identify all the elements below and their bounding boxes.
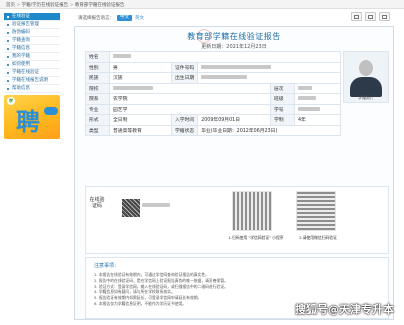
value-name xyxy=(109,51,341,63)
label-type: 类型 xyxy=(85,124,110,136)
verify-code-value xyxy=(142,203,170,209)
value-birthdate xyxy=(197,72,341,84)
value-id-number xyxy=(197,61,341,73)
sidebar-item-how-to[interactable]: 如何使用 xyxy=(4,61,60,69)
label-birthdate: 出生日期 xyxy=(170,72,199,84)
breadcrumb-home[interactable]: 首页 xyxy=(6,3,15,8)
label-enroll-date: 入学时间 xyxy=(170,114,199,126)
value-enroll-date: 2009年09月01日 xyxy=(197,114,271,126)
redacted-value xyxy=(297,85,312,90)
sidebar-item-online-verify[interactable]: 在线验证 xyxy=(4,13,60,21)
toolbar xyxy=(351,12,390,21)
label-form: 形式 xyxy=(85,114,110,126)
table-row: 院校 层次 xyxy=(85,82,342,94)
label-gender: 性别 xyxy=(85,61,110,73)
value-duration: 4年 xyxy=(293,114,342,126)
value-status: 毕业(毕业日期：2012年06月23日) xyxy=(197,124,341,136)
redacted-value xyxy=(113,85,153,90)
redacted-value xyxy=(297,96,316,100)
sidebar-item-info[interactable]: 学籍信息 xyxy=(4,45,60,53)
breadcrumb-level2: 教育部学籍在线验证报告 xyxy=(74,3,125,8)
notes-title: 注意事项： xyxy=(94,263,120,269)
chinese-button[interactable]: 中文 xyxy=(117,15,132,21)
table-row: 民族 汉族 出生日期 xyxy=(85,72,341,84)
main-content: 请选择报告语言： 中文 英文 教育部学籍在线验证报告 更新日期：2021年12月… xyxy=(64,10,400,322)
label-department: 院系 xyxy=(85,93,110,105)
table-row: 专业 园艺学 学号 xyxy=(85,103,342,115)
label-status: 学籍状态 xyxy=(170,124,199,136)
table-row: 类型 普通高等教育 学籍状态 毕业(毕业日期：2012年06月23日) xyxy=(85,124,341,136)
language-label: 请选择报告语言： xyxy=(78,16,114,21)
value-form: 全日制 xyxy=(109,114,172,126)
sidebar-item-report-manage[interactable]: 验证报告管理 xyxy=(4,21,60,29)
english-button[interactable]: 英文 xyxy=(135,15,144,21)
sidebar-item-report-help[interactable]: 学籍在线报告说明 xyxy=(4,77,60,85)
label-duration: 学制 xyxy=(269,114,295,126)
verification-report: 教育部学籍在线验证报告 更新日期：2021年12月23日 姓名 性别 男 证件号… xyxy=(74,26,394,320)
sidebar-item-query[interactable]: 学籍查询 xyxy=(4,37,60,45)
report-date: 更新日期：2021年12月23日 xyxy=(201,44,267,50)
value-ethnicity: 汉族 xyxy=(109,72,172,84)
student-photo: 学籍照片 xyxy=(343,51,389,103)
label-student-id: 学号 xyxy=(269,103,295,115)
label-major: 专业 xyxy=(85,103,110,115)
breadcrumb-level1[interactable]: 学籍/学历在线验证报告 xyxy=(22,3,69,8)
promo-banner[interactable]: 学 聘 xyxy=(4,95,60,139)
report-title: 教育部学籍在线验证报告 xyxy=(187,32,281,41)
value-department: 农学院 xyxy=(109,93,271,105)
student-info-table: 姓名 性别 男 证件号码 民族 汉族 出生日期 院校 层次 院系 农学院 班级 … xyxy=(85,51,342,136)
table-row: 性别 男 证件号码 xyxy=(85,61,341,73)
redacted-value xyxy=(142,203,170,207)
sidebar-item-online[interactable]: 学籍在线验证 xyxy=(4,69,60,77)
label-id-number: 证件号码 xyxy=(170,61,199,73)
table-row: 姓名 xyxy=(85,51,341,63)
verify-code-image xyxy=(122,199,140,217)
value-gender: 男 xyxy=(109,61,172,73)
breadcrumb: 首页 > 学籍/学历在线验证报告 > 教育部学籍在线验证报告 xyxy=(6,3,125,8)
label-ethnicity: 民族 xyxy=(85,72,110,84)
sidebar-item-anti-fake[interactable]: 防伪编码 xyxy=(4,29,60,37)
banner-title: 聘 xyxy=(16,107,40,136)
sidebar-item-help[interactable]: 帮助信息 xyxy=(4,85,60,93)
banner-badge xyxy=(44,107,58,115)
sidebar-item-my-record[interactable]: 我的学籍 xyxy=(4,53,60,61)
photo-caption: 学籍照片 xyxy=(358,95,374,100)
label-school: 院校 xyxy=(85,82,110,94)
language-selector: 请选择报告语言： 中文 英文 xyxy=(78,14,144,22)
redacted-value xyxy=(201,64,272,69)
label-level: 层次 xyxy=(269,82,295,94)
banner-logo-icon: 学 xyxy=(7,97,15,105)
download-icon[interactable] xyxy=(365,12,376,21)
table-row: 形式 全日制 入学时间 2009年09月01日 学制 4年 xyxy=(85,114,342,126)
value-class xyxy=(293,93,342,105)
watermark: 搜狐号@天津专升本 xyxy=(295,303,394,316)
sidebar: 在线验证 验证报告管理 防伪编码 学籍查询 学籍信息 我的学籍 如何使用 学籍在… xyxy=(4,13,60,319)
redacted-value xyxy=(113,54,131,58)
wechat-qr-code[interactable] xyxy=(296,191,336,231)
top-bar: 首页 > 学籍/学历在线验证报告 > 教育部学籍在线验证报告 xyxy=(0,0,404,9)
photo-head xyxy=(359,60,373,76)
value-school xyxy=(109,82,271,94)
photo-body xyxy=(350,77,382,97)
value-level xyxy=(293,82,342,94)
online-verification-section: 在线验证码 1.扫码使用 "学信网验证" 小程序 2.请使用微信扫码验证 xyxy=(85,186,389,254)
value-student-id xyxy=(293,103,342,115)
value-major: 园艺学 xyxy=(109,103,271,115)
value-type: 普通高等教育 xyxy=(109,124,172,136)
miniprogram-qr-code[interactable] xyxy=(232,191,272,231)
print-icon[interactable] xyxy=(351,12,362,21)
redacted-value xyxy=(201,75,248,79)
verify-code-label: 在线验证码 xyxy=(89,197,105,209)
label-class: 班级 xyxy=(269,93,295,105)
wechat-caption: 2.请使用微信扫码验证 xyxy=(299,235,337,240)
share-icon[interactable] xyxy=(379,12,390,21)
table-row: 院系 农学院 班级 xyxy=(85,93,342,105)
label-name: 姓名 xyxy=(85,51,110,63)
redacted-value xyxy=(297,106,320,111)
